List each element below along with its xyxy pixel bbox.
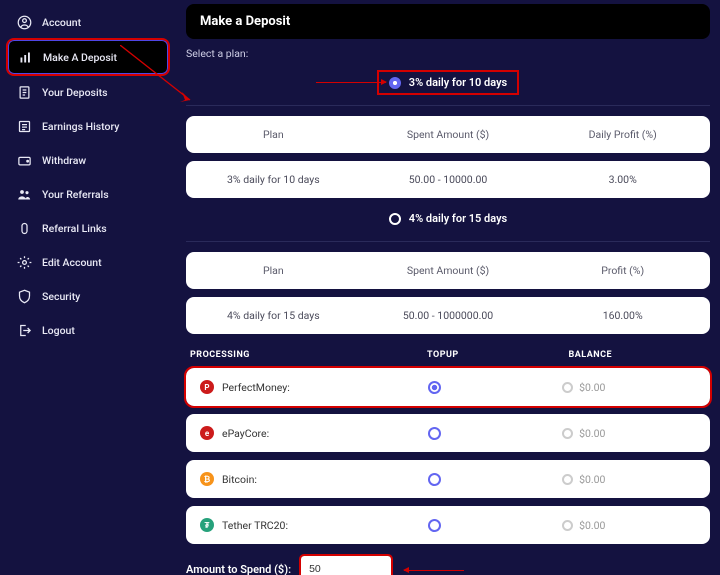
main-content: Make a Deposit Select a plan: 3% daily f… bbox=[176, 0, 720, 575]
balance-radio[interactable] bbox=[562, 428, 573, 439]
sidebar-item-referral-links[interactable]: Referral Links bbox=[8, 212, 168, 244]
sidebar-item-withdraw[interactable]: Withdraw bbox=[8, 144, 168, 176]
sidebar-item-your-deposits[interactable]: Your Deposits bbox=[8, 76, 168, 108]
gear-icon bbox=[16, 254, 32, 270]
radio-icon bbox=[389, 213, 401, 225]
list-icon bbox=[16, 118, 32, 134]
amount-label: Amount to Spend ($): bbox=[186, 563, 291, 575]
header-processing: PROCESSING bbox=[186, 350, 427, 360]
col-plan: Plan bbox=[186, 128, 361, 141]
plan-radio-1[interactable]: 3% daily for 10 days bbox=[379, 72, 517, 93]
processor-epaycore[interactable]: e ePayCore: $0.00 bbox=[186, 414, 710, 452]
sidebar-item-earnings-history[interactable]: Earnings History bbox=[8, 110, 168, 142]
plan-selector-2: 4% daily for 15 days bbox=[186, 208, 710, 229]
sidebar-item-label: Referral Links bbox=[42, 222, 107, 235]
cell-spent: 50.00 - 1000000.00 bbox=[361, 309, 536, 322]
select-plan-label: Select a plan: bbox=[186, 47, 710, 60]
processor-perfectmoney[interactable]: P PerfectMoney: $0.00 bbox=[186, 368, 710, 406]
plan2-data-row: 4% daily for 15 days 50.00 - 1000000.00 … bbox=[186, 297, 710, 334]
balance-radio[interactable] bbox=[562, 382, 573, 393]
sidebar-item-edit-account[interactable]: Edit Account bbox=[8, 246, 168, 278]
sidebar-item-label: Earnings History bbox=[42, 120, 119, 133]
divider bbox=[186, 241, 710, 242]
cell-profit: 3.00% bbox=[535, 173, 710, 186]
sidebar-item-label: Your Referrals bbox=[42, 188, 109, 201]
processor-name: PerfectMoney: bbox=[222, 381, 290, 394]
annotation-arrow bbox=[316, 82, 386, 83]
link-icon bbox=[16, 220, 32, 236]
cell-profit: 160.00% bbox=[535, 309, 710, 322]
balance-value: $0.00 bbox=[579, 381, 605, 394]
processor-name: Bitcoin: bbox=[222, 473, 257, 486]
sidebar: Account Make A Deposit Your Deposits Ear… bbox=[0, 0, 176, 575]
cell-plan: 4% daily for 15 days bbox=[186, 309, 361, 322]
processor-bitcoin[interactable]: ₿ Bitcoin: $0.00 bbox=[186, 460, 710, 498]
topup-radio[interactable] bbox=[428, 473, 441, 486]
bitcoin-icon: ₿ bbox=[200, 472, 214, 486]
processor-name: Tether TRC20: bbox=[222, 519, 288, 532]
col-plan: Plan bbox=[186, 264, 361, 277]
sidebar-item-account[interactable]: Account bbox=[8, 6, 168, 38]
plan1-data-row: 3% daily for 10 days 50.00 - 10000.00 3.… bbox=[186, 161, 710, 198]
epaycore-icon: e bbox=[200, 426, 214, 440]
document-icon bbox=[16, 84, 32, 100]
radio-icon bbox=[389, 77, 401, 89]
annotation-arrow bbox=[404, 570, 464, 571]
sidebar-item-make-deposit[interactable]: Make A Deposit bbox=[8, 40, 168, 74]
shield-icon bbox=[16, 288, 32, 304]
balance-radio[interactable] bbox=[562, 520, 573, 531]
balance-value: $0.00 bbox=[579, 427, 605, 440]
tether-icon: ₮ bbox=[200, 518, 214, 532]
topup-radio[interactable] bbox=[428, 427, 441, 440]
sidebar-item-security[interactable]: Security bbox=[8, 280, 168, 312]
balance-radio[interactable] bbox=[562, 474, 573, 485]
plan-label: 4% daily for 15 days bbox=[409, 212, 507, 225]
divider bbox=[186, 105, 710, 106]
sidebar-item-label: Account bbox=[42, 16, 81, 29]
sidebar-item-logout[interactable]: Logout bbox=[8, 314, 168, 346]
col-profit: Profit (%) bbox=[535, 264, 710, 277]
cell-spent: 50.00 - 10000.00 bbox=[361, 173, 536, 186]
header-balance: BALANCE bbox=[569, 350, 710, 360]
plan-radio-2[interactable]: 4% daily for 15 days bbox=[379, 208, 517, 229]
sidebar-item-your-referrals[interactable]: Your Referrals bbox=[8, 178, 168, 210]
processor-tether[interactable]: ₮ Tether TRC20: $0.00 bbox=[186, 506, 710, 544]
plan-label: 3% daily for 10 days bbox=[409, 76, 507, 89]
chart-icon bbox=[17, 49, 33, 65]
amount-input[interactable] bbox=[301, 556, 391, 575]
logout-icon bbox=[16, 322, 32, 338]
user-circle-icon bbox=[16, 14, 32, 30]
topup-radio[interactable] bbox=[428, 519, 441, 532]
sidebar-item-label: Security bbox=[42, 290, 80, 303]
sidebar-item-label: Make A Deposit bbox=[43, 51, 117, 64]
processor-name: ePayCore: bbox=[222, 427, 269, 440]
plan-selector-1: 3% daily for 10 days bbox=[186, 72, 710, 93]
col-spent: Spent Amount ($) bbox=[361, 264, 536, 277]
users-icon bbox=[16, 186, 32, 202]
perfectmoney-icon: P bbox=[200, 380, 214, 394]
plan2-header-row: Plan Spent Amount ($) Profit (%) bbox=[186, 252, 710, 289]
balance-value: $0.00 bbox=[579, 473, 605, 486]
header-topup: TOPUP bbox=[427, 350, 568, 360]
sidebar-item-label: Logout bbox=[42, 324, 75, 337]
cell-plan: 3% daily for 10 days bbox=[186, 173, 361, 186]
sidebar-item-label: Withdraw bbox=[42, 154, 86, 167]
page-title: Make a Deposit bbox=[186, 4, 710, 39]
processing-headers: PROCESSING TOPUP BALANCE bbox=[186, 350, 710, 360]
plan1-header-row: Plan Spent Amount ($) Daily Profit (%) bbox=[186, 116, 710, 153]
col-profit: Daily Profit (%) bbox=[535, 128, 710, 141]
wallet-icon bbox=[16, 152, 32, 168]
topup-radio[interactable] bbox=[428, 381, 441, 394]
sidebar-item-label: Edit Account bbox=[42, 256, 102, 269]
sidebar-item-label: Your Deposits bbox=[42, 86, 108, 99]
balance-value: $0.00 bbox=[579, 519, 605, 532]
amount-row: Amount to Spend ($): bbox=[186, 556, 710, 575]
col-spent: Spent Amount ($) bbox=[361, 128, 536, 141]
